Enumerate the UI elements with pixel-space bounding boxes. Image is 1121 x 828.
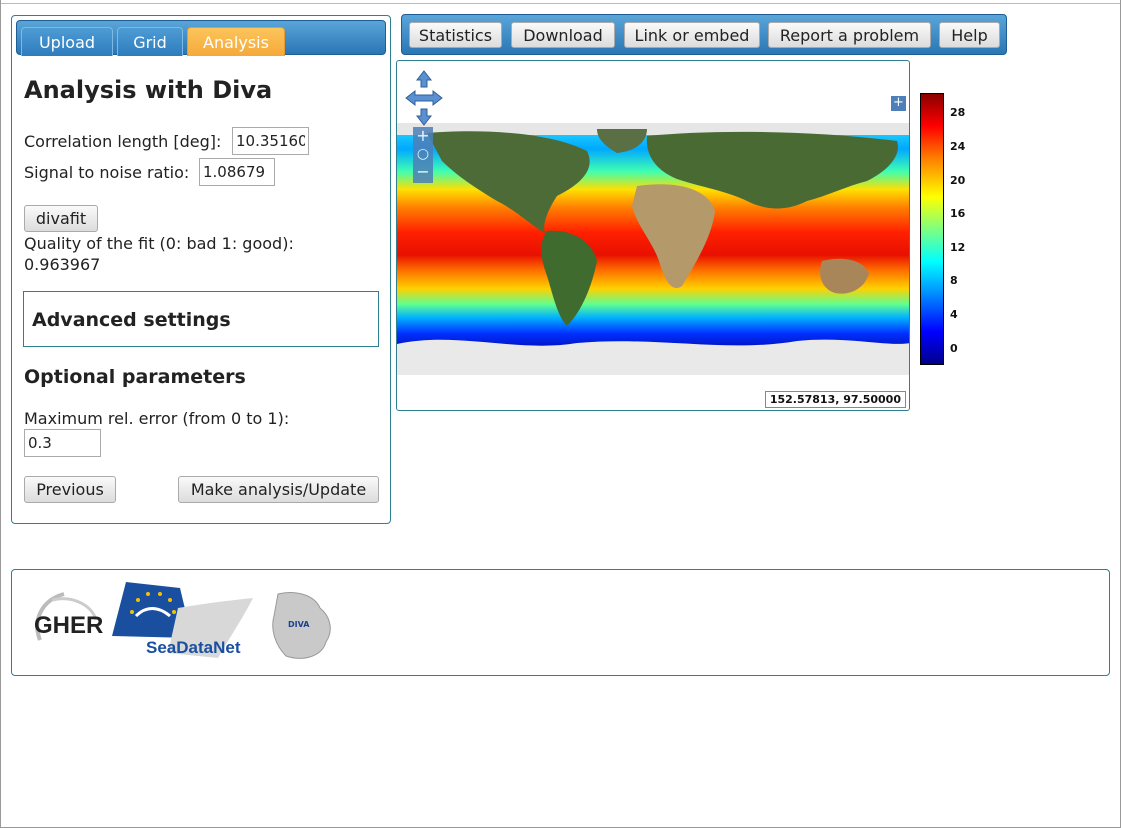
colorbar-tick: 12	[950, 241, 966, 254]
help-button[interactable]: Help	[939, 22, 1000, 48]
toolbar: Statistics Download Link or embed Report…	[401, 14, 1007, 55]
seadatanet-logo-text: SeaDataNet	[146, 638, 241, 657]
colorbar-tick: 16	[950, 207, 966, 220]
page-title: Analysis with Diva	[24, 76, 273, 104]
map-canvas[interactable]	[397, 61, 910, 411]
quality-value: 0.963967	[24, 255, 101, 274]
tab-grid[interactable]: Grid	[117, 27, 183, 56]
colorbar-tick: 20	[950, 174, 966, 187]
zoom-out-icon[interactable]: −	[413, 163, 433, 181]
mouse-coordinates: 152.57813, 97.50000	[764, 391, 906, 408]
footer-logos: GHER SeaDataNet DIVA	[11, 569, 1110, 676]
analysis-panel: Upload Grid Analysis Analysis with Diva …	[11, 15, 391, 524]
snr-label: Signal to noise ratio:	[24, 163, 190, 182]
pan-control-icon[interactable]	[404, 69, 444, 127]
seadatanet-logo[interactable]: SeaDataNet	[108, 578, 258, 664]
download-button[interactable]: Download	[511, 22, 615, 48]
previous-button[interactable]: Previous	[24, 476, 116, 503]
browser-top-edge	[0, 0, 1121, 4]
tab-bar: Upload Grid Analysis	[16, 20, 386, 56]
correlation-length-input[interactable]	[232, 127, 309, 155]
correlation-length-label: Correlation length [deg]:	[24, 132, 222, 151]
max-error-label: Maximum rel. error (from 0 to 1):	[24, 409, 290, 428]
colorbar-tick: 4	[950, 308, 958, 321]
diva-logo-text: DIVA	[288, 620, 310, 629]
optional-parameters-title: Optional parameters	[24, 366, 246, 388]
colorbar-tick: 24	[950, 140, 966, 153]
tab-analysis[interactable]: Analysis	[187, 27, 285, 56]
gher-logo[interactable]: GHER	[22, 590, 106, 662]
make-analysis-button[interactable]: Make analysis/Update	[178, 476, 379, 503]
gher-logo-text: GHER	[34, 612, 104, 639]
divafit-button[interactable]: divafit	[24, 205, 98, 232]
zoom-control: + ○ −	[413, 127, 433, 183]
browser-left-edge	[0, 0, 1, 828]
antarctica-region	[397, 339, 909, 375]
zoom-world-icon[interactable]: ○	[413, 145, 433, 163]
report-problem-button[interactable]: Report a problem	[768, 22, 931, 48]
colorbar	[920, 93, 944, 365]
diva-logo[interactable]: DIVA	[264, 590, 336, 662]
advanced-settings-box[interactable]: Advanced settings	[23, 291, 379, 347]
layer-switcher-icon[interactable]: +	[890, 95, 907, 112]
colorbar-tick: 0	[950, 342, 958, 355]
colorbar-tick: 28	[950, 106, 966, 119]
advanced-settings-title[interactable]: Advanced settings	[32, 309, 231, 331]
max-error-input[interactable]	[24, 429, 101, 457]
colorbar-tick: 8	[950, 274, 958, 287]
snr-input[interactable]	[199, 158, 275, 186]
map-view[interactable]: + ○ − + 152.57813, 97.50000	[396, 60, 910, 411]
statistics-button[interactable]: Statistics	[409, 22, 502, 48]
quality-label: Quality of the fit (0: bad 1: good):	[24, 234, 294, 253]
tab-upload[interactable]: Upload	[21, 27, 113, 56]
link-embed-button[interactable]: Link or embed	[624, 22, 760, 48]
zoom-in-icon[interactable]: +	[413, 127, 433, 145]
